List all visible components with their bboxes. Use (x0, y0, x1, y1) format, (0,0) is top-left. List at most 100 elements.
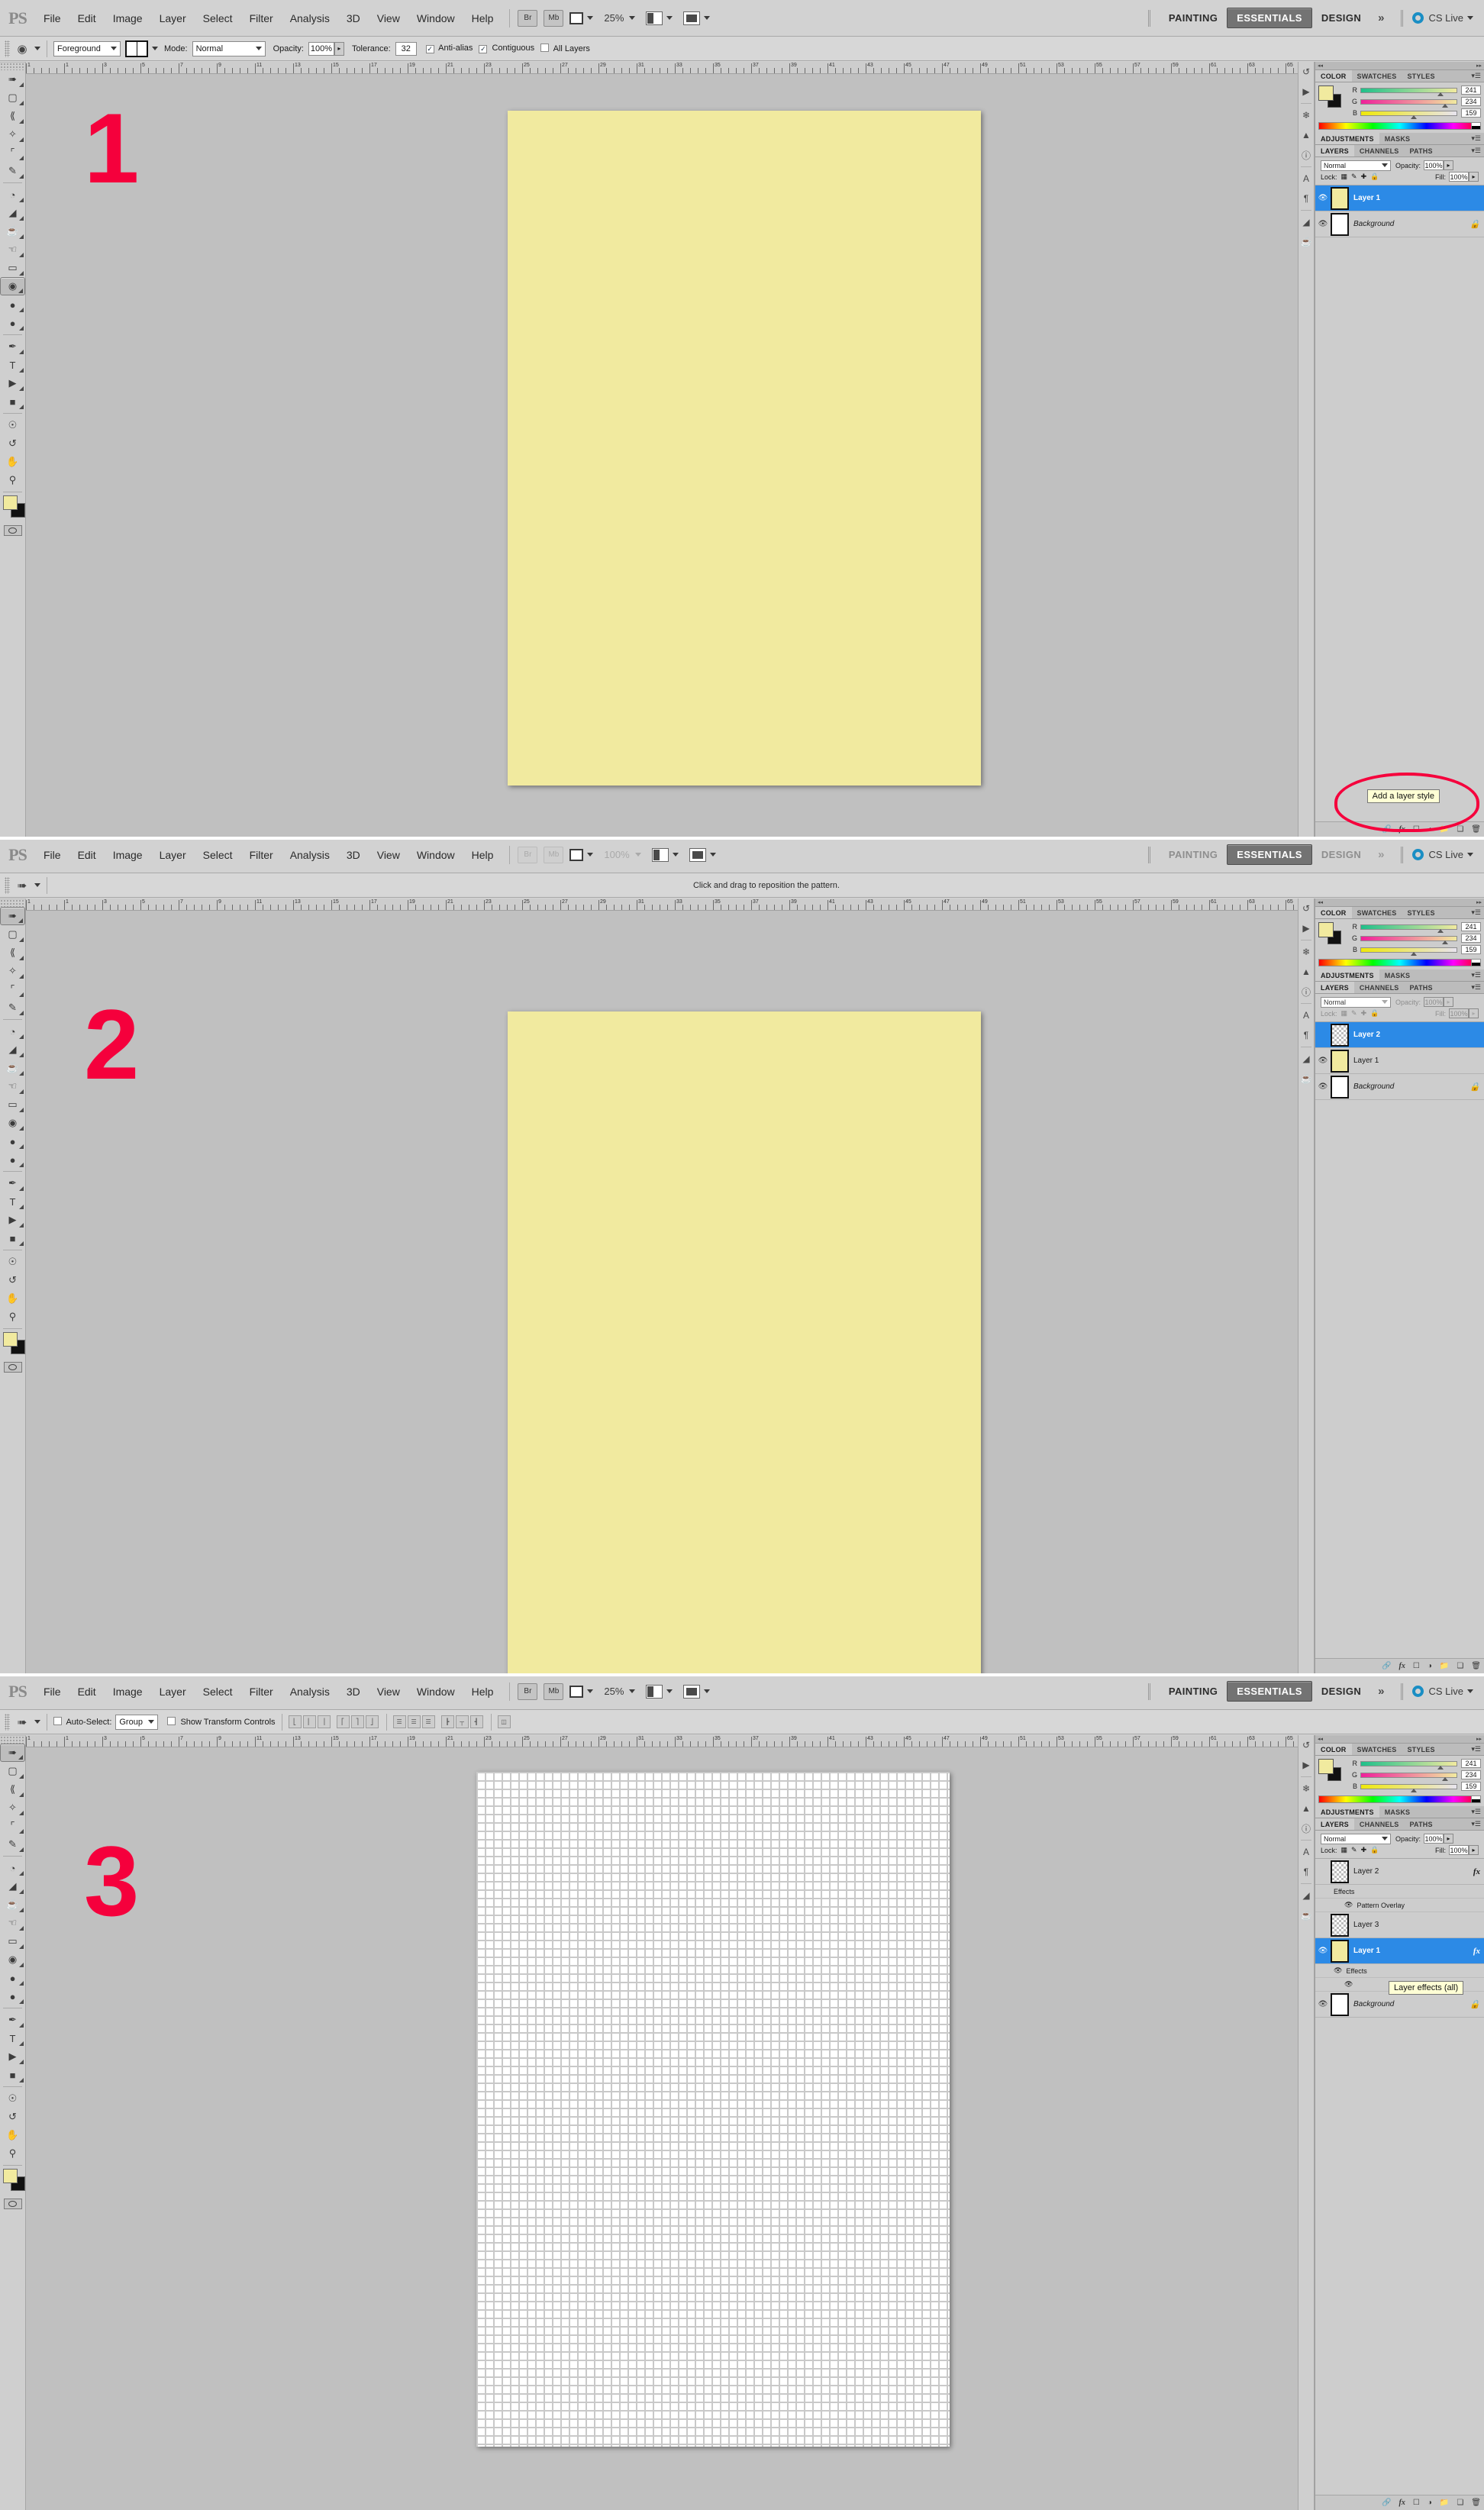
tab-channels[interactable]: CHANNELS (1354, 982, 1405, 993)
history-icon[interactable]: ↺ (1298, 1735, 1314, 1755)
tab-adjustments[interactable]: ADJUSTMENTS (1315, 133, 1379, 144)
eraser-tool[interactable]: ▭ (0, 1932, 25, 1950)
layer-visibility-icon[interactable]: 👁 (1315, 2000, 1331, 2008)
color-spectrum-ramp[interactable] (1318, 1795, 1481, 1803)
table-row[interactable]: 👁 Background 🔒 (1315, 1992, 1484, 2018)
lasso-tool[interactable]: ⟪ (0, 944, 25, 962)
chevron-down-icon[interactable] (152, 47, 158, 50)
workspace-design[interactable]: DESIGN (1312, 8, 1370, 27)
zoom-tool[interactable]: ⚲ (0, 2144, 25, 2163)
tab-channels[interactable]: CHANNELS (1354, 145, 1405, 156)
new-layer-icon[interactable]: ❏ (1457, 1662, 1463, 1670)
clone-source-icon[interactable]: ☕ (1298, 1905, 1314, 1925)
view-extras-button[interactable] (569, 848, 594, 861)
opacity-input[interactable]: 100% (308, 41, 334, 56)
delete-layer-icon[interactable]: 🗑 (1471, 825, 1481, 834)
info-icon[interactable]: ⓘ (1298, 982, 1314, 1002)
r-slider[interactable] (1360, 924, 1457, 933)
hand-tool[interactable]: ✋ (0, 2126, 25, 2144)
move-tool[interactable]: ➠ (0, 1744, 25, 1762)
distribute-top-edges-icon[interactable]: ☰ (392, 1715, 406, 1728)
align-horizontal-centers-icon[interactable]: ⎢ (302, 1715, 316, 1728)
table-row[interactable]: 👁 Layer 1 fx (1315, 1938, 1484, 1964)
type-tool[interactable]: T (0, 1192, 25, 1211)
crop-tool[interactable]: ⌜ (0, 1817, 25, 1835)
brush-tool[interactable]: ◢ (0, 1877, 25, 1895)
actions-icon[interactable]: ▶ (1298, 82, 1314, 102)
brush-tool[interactable]: ◢ (0, 1040, 25, 1059)
paragraph-icon[interactable]: ¶ (1298, 189, 1314, 208)
lock-transparent-icon[interactable]: ▦ (1341, 1846, 1348, 1854)
tools-grip[interactable] (0, 63, 25, 70)
layer-effects-row[interactable]: Effects (1315, 1885, 1484, 1899)
menu-window[interactable]: Window (408, 837, 463, 873)
history-icon[interactable]: ↺ (1298, 899, 1314, 918)
lock-image-icon[interactable]: ✎ (1351, 173, 1357, 181)
tab-swatches[interactable]: SWATCHES (1352, 70, 1402, 82)
menu-help[interactable]: Help (463, 837, 502, 873)
layer-effects-row[interactable]: 👁 Effects (1315, 1964, 1484, 1978)
histogram-icon[interactable]: ▲ (1298, 1799, 1314, 1818)
arrange-documents-button[interactable] (646, 11, 673, 25)
healing-brush-tool[interactable]: ◔ (0, 1859, 25, 1877)
link-layers-icon[interactable]: 🔗 (1382, 1662, 1391, 1670)
add-layer-mask-icon[interactable]: ☐ (1413, 825, 1420, 834)
align-bottom-edges-icon[interactable]: ⎦ (365, 1715, 379, 1728)
brush-presets-icon[interactable]: ◢ (1298, 1049, 1314, 1069)
workspace-painting[interactable]: PAINTING (1160, 1682, 1227, 1701)
tab-masks[interactable]: MASKS (1379, 1806, 1416, 1818)
hand-tool[interactable]: ✋ (0, 453, 25, 471)
layer-visibility-icon[interactable]: 👁 (1315, 1947, 1331, 1955)
move-tool-icon[interactable]: ➠ (14, 1714, 31, 1731)
character-icon[interactable]: A (1298, 1842, 1314, 1862)
fill-stepper[interactable]: ▸ (1469, 172, 1479, 182)
dodge-tool[interactable]: ● (0, 1987, 25, 2005)
tab-layers[interactable]: LAYERS (1315, 982, 1354, 993)
lock-transparent-icon[interactable]: ▦ (1341, 173, 1348, 181)
path-selection-tool[interactable]: ▶ (0, 1211, 25, 1229)
tab-color[interactable]: COLOR (1315, 907, 1352, 918)
new-adjustment-layer-icon[interactable]: ◑ (1428, 2499, 1432, 2507)
menu-file[interactable]: File (35, 837, 69, 873)
add-layer-mask-icon[interactable]: ☐ (1413, 2499, 1420, 2507)
fill-source-select[interactable]: Foreground (53, 40, 121, 56)
color-panel-swatches[interactable] (1318, 85, 1344, 108)
delete-layer-icon[interactable]: 🗑 (1471, 1662, 1481, 1670)
paint-bucket-tool[interactable]: ◉ (0, 1114, 25, 1132)
pen-tool[interactable]: ✒ (0, 337, 25, 356)
color-panel-swatches[interactable] (1318, 1759, 1344, 1782)
document-canvas-area-2[interactable]: 2 (26, 911, 1298, 1673)
eyedropper-tool[interactable]: ✎ (0, 999, 25, 1017)
tab-layers[interactable]: LAYERS (1315, 145, 1354, 156)
rectangle-tool[interactable]: ■ (0, 1229, 25, 1247)
lock-position-icon[interactable]: ✚ (1361, 1846, 1367, 1854)
menu-3d[interactable]: 3D (338, 1673, 369, 1710)
menu-help[interactable]: Help (463, 1673, 502, 1710)
g-slider[interactable] (1360, 935, 1457, 944)
link-layers-icon[interactable]: 🔗 (1382, 825, 1391, 834)
collapse-left-icon[interactable]: ◂◂ (1318, 63, 1323, 69)
quick-mask-toggle[interactable] (3, 2199, 22, 2209)
color-panel-swatches[interactable] (1318, 922, 1344, 945)
tools-grip[interactable] (0, 1736, 25, 1744)
delete-layer-icon[interactable]: 🗑 (1471, 2499, 1481, 2507)
3d-rotate-tool[interactable]: ☉ (0, 2089, 25, 2108)
tab-paths[interactable]: PATHS (1405, 145, 1438, 156)
workspace-more-icon[interactable]: » (1370, 1685, 1392, 1698)
histogram-icon[interactable]: ▲ (1298, 962, 1314, 982)
tab-adjustments[interactable]: ADJUSTMENTS (1315, 1806, 1379, 1818)
effect-visibility-icon[interactable]: 👁 (1344, 1901, 1353, 1909)
hand-tool[interactable]: ✋ (0, 1289, 25, 1308)
menu-analysis[interactable]: Analysis (282, 1673, 338, 1710)
distribute-left-edges-icon[interactable]: ┣ (440, 1715, 454, 1728)
document-canvas-1[interactable] (508, 111, 981, 786)
eyedropper-tool[interactable]: ✎ (0, 162, 25, 180)
clone-stamp-tool[interactable]: ☕ (0, 222, 25, 240)
align-right-edges-icon[interactable]: ⎥ (317, 1715, 331, 1728)
actions-icon[interactable]: ▶ (1298, 918, 1314, 938)
menu-filter[interactable]: Filter (241, 0, 282, 37)
add-layer-style-icon[interactable]: fx (1399, 825, 1405, 834)
tab-swatches[interactable]: SWATCHES (1352, 1744, 1402, 1755)
dodge-tool[interactable]: ● (0, 1150, 25, 1169)
crop-tool[interactable]: ⌜ (0, 980, 25, 999)
